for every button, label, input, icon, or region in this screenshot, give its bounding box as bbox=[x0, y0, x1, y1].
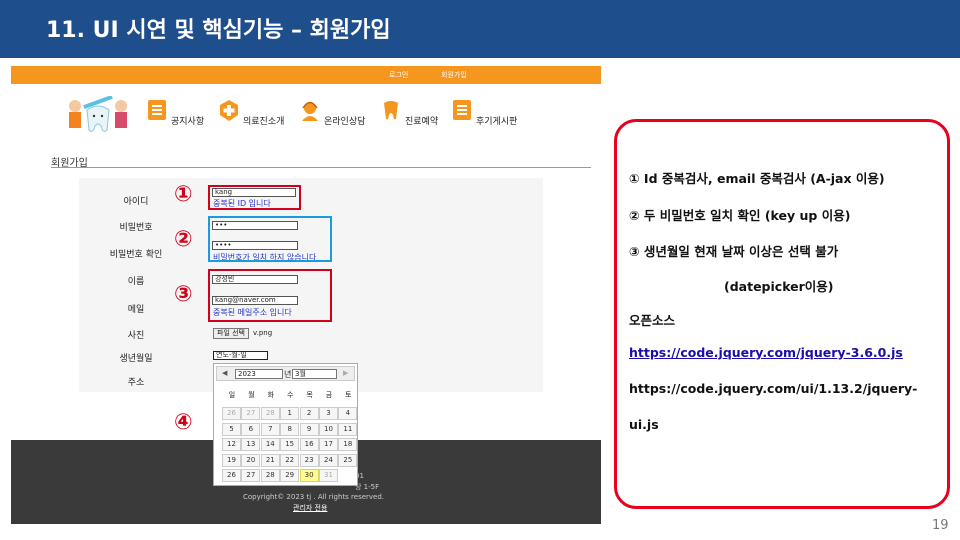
datepicker-popup: ◀ 2023 년 3월 ▶ 일 월 화 수 목 금 토 26 27 28 1 2 3 4 5 6 7 8 9 10 11… bbox=[213, 363, 358, 486]
calendar-day[interactable]: 12 bbox=[222, 438, 241, 451]
slide-title: 11. UI 시연 및 핵심기능 – 회원가입 bbox=[46, 18, 391, 43]
weekday-header: 일 bbox=[228, 391, 236, 399]
calendar-day[interactable]: 24 bbox=[319, 453, 338, 467]
note-line-3: ③ 생년월일 현재 날짜 이상은 선택 불가 bbox=[629, 244, 839, 259]
calendar-day: 28 bbox=[260, 407, 280, 420]
calendar-day[interactable]: 13 bbox=[241, 438, 261, 451]
label-id: 아이디 bbox=[123, 197, 149, 207]
note-line-2: ② 두 비밀번호 일치 확인 (key up 이용) bbox=[629, 208, 851, 223]
annotation-number-1: ① bbox=[174, 182, 193, 207]
calendar-day[interactable]: 7 bbox=[260, 422, 280, 436]
prev-month-icon[interactable]: ◀ bbox=[222, 369, 227, 377]
jquery-ui-link-part1[interactable]: https://code.jquery.com/ui/1.13.2/jquery… bbox=[629, 381, 917, 396]
label-name: 이름 bbox=[127, 277, 145, 287]
site-top-bar: 로그인 회원가입 bbox=[11, 66, 601, 84]
label-photo: 사진 bbox=[127, 331, 145, 341]
calendar-day[interactable]: 17 bbox=[319, 438, 338, 451]
annotation-number-2: ② bbox=[174, 227, 193, 252]
label-address: 주소 bbox=[127, 378, 145, 388]
jquery-link[interactable]: https://code.jquery.com/jquery-3.6.0.js bbox=[629, 345, 903, 360]
calendar-day[interactable]: 5 bbox=[222, 422, 241, 436]
datepicker-header: ◀ 2023 년 3월 ▶ bbox=[216, 366, 355, 381]
annotation-box-3 bbox=[208, 269, 332, 322]
calendar-day[interactable]: 4 bbox=[338, 407, 358, 420]
note-opensource: 오픈소스 bbox=[629, 313, 676, 328]
menu-label-reviews: 후기게시판 bbox=[476, 117, 518, 127]
label-password: 비밀번호 bbox=[119, 223, 153, 233]
signup-link[interactable]: 회원가입 bbox=[441, 70, 467, 80]
heading-divider bbox=[51, 167, 591, 168]
calendar-day[interactable]: 8 bbox=[280, 422, 300, 436]
calendar-day[interactable]: 23 bbox=[299, 453, 319, 467]
admin-link[interactable]: 관리자 전용 bbox=[293, 503, 327, 513]
calendar-day[interactable]: 28 bbox=[260, 469, 280, 482]
feature-notes-box: ① Id 중복검사, email 중복검사 (A-jax 이용) ② 두 비밀번… bbox=[614, 119, 950, 509]
calendar-day[interactable]: 16 bbox=[299, 438, 319, 451]
headset-icon bbox=[302, 101, 318, 121]
file-select-button[interactable]: 파일 선택 bbox=[213, 328, 249, 339]
annotation-box-1 bbox=[208, 185, 301, 210]
label-birthdate: 생년월일 bbox=[119, 354, 153, 364]
calendar-day[interactable]: 26 bbox=[222, 469, 241, 482]
note-line-1: ① Id 중복검사, email 중복검사 (A-jax 이용) bbox=[629, 171, 885, 186]
weekday-header: 화 bbox=[267, 391, 275, 399]
calendar-day: 31 bbox=[319, 469, 338, 482]
label-password-confirm: 비밀번호 확인 bbox=[109, 250, 163, 260]
label-email: 메일 bbox=[127, 305, 145, 315]
calendar-day[interactable]: 30 bbox=[299, 469, 319, 482]
annotation-box-2 bbox=[208, 216, 332, 262]
calendar-day: 26 bbox=[222, 407, 241, 420]
calendar-day[interactable]: 27 bbox=[241, 469, 261, 482]
annotation-number-4: ④ bbox=[174, 410, 193, 435]
year-suffix: 년 bbox=[284, 370, 292, 379]
year-select[interactable]: 2023 bbox=[235, 369, 283, 379]
annotation-number-3: ③ bbox=[174, 282, 193, 307]
calendar-day[interactable]: 14 bbox=[260, 438, 280, 451]
calendar-day[interactable]: 1 bbox=[280, 407, 300, 420]
notice-icon bbox=[148, 100, 166, 120]
weekday-header: 금 bbox=[325, 391, 333, 399]
calendar-day[interactable]: 15 bbox=[280, 438, 300, 451]
calendar-day[interactable]: 11 bbox=[338, 422, 358, 436]
next-month-icon[interactable]: ▶ bbox=[343, 369, 348, 377]
calendar-day[interactable]: 19 bbox=[222, 453, 241, 467]
weekday-header: 월 bbox=[248, 391, 255, 399]
footer-copyright: Copyright© 2023 tj . All rights reserved… bbox=[243, 493, 385, 501]
calendar-day[interactable]: 10 bbox=[319, 422, 338, 436]
website-screenshot: 로그인 회원가입 공지사항 의료진소개 온라인상담 진료예약 후기게시판 회원가… bbox=[11, 66, 601, 524]
page-number: 19 bbox=[932, 518, 949, 533]
clinic-logo[interactable] bbox=[63, 96, 133, 138]
file-name: v.png bbox=[253, 329, 273, 337]
calendar-day[interactable]: 25 bbox=[338, 453, 358, 467]
menu-label-notice: 공지사항 bbox=[171, 117, 205, 127]
month-select[interactable]: 3월 bbox=[292, 369, 337, 379]
calendar-day[interactable]: 2 bbox=[299, 407, 319, 420]
menu-label-doctors: 의료진소개 bbox=[243, 117, 285, 127]
calendar-day[interactable]: 22 bbox=[280, 453, 300, 467]
footer-line-2: 당 1-5F bbox=[355, 483, 380, 491]
calendar-day[interactable]: 29 bbox=[280, 469, 300, 482]
weekday-header: 목 bbox=[306, 391, 313, 399]
weekday-header: 수 bbox=[286, 391, 294, 399]
jquery-ui-link-part2[interactable]: ui.js bbox=[629, 417, 659, 432]
board-icon bbox=[453, 100, 471, 120]
note-line-4: (datepicker이용) bbox=[724, 279, 834, 294]
medical-plus-icon bbox=[220, 100, 238, 121]
calendar-day[interactable]: 3 bbox=[319, 407, 338, 420]
birthdate-input[interactable]: 연도-월-일 bbox=[213, 351, 268, 360]
calendar-day[interactable]: 18 bbox=[338, 438, 358, 451]
menu-label-consult: 온라인상담 bbox=[324, 117, 366, 127]
weekday-header: 토 bbox=[345, 391, 352, 399]
tooth-icon bbox=[384, 101, 398, 120]
menu-label-reservation: 진료예약 bbox=[405, 117, 439, 127]
calendar-day[interactable]: 9 bbox=[299, 422, 319, 436]
calendar-day: 27 bbox=[241, 407, 261, 420]
login-link[interactable]: 로그인 bbox=[389, 70, 408, 80]
calendar-day[interactable]: 20 bbox=[241, 453, 261, 467]
calendar-day[interactable]: 6 bbox=[241, 422, 261, 436]
calendar-day[interactable]: 21 bbox=[260, 453, 280, 467]
